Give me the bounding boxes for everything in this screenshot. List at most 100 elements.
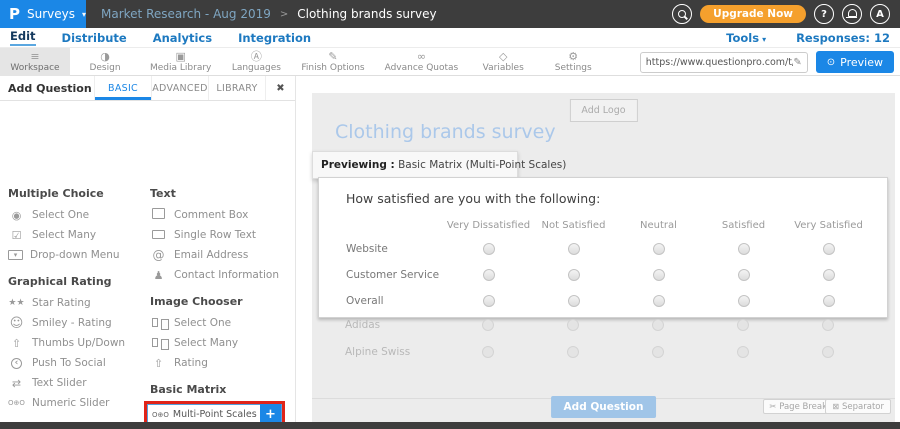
radio-button[interactable] [653,295,665,307]
tab-library[interactable]: LIBRARY [208,76,265,100]
breadcrumb-parent[interactable]: Market Research - Aug 2019 [101,7,271,21]
radio-button[interactable] [568,269,580,281]
share-url-box: ✎ [640,52,808,73]
panel-title: Add Question [0,76,94,100]
radio-button[interactable] [823,269,835,281]
radio-button [567,346,579,358]
edit-url-icon[interactable]: ✎ [793,57,801,68]
column-header: Neutral [616,220,701,231]
tag-icon: ◇ [499,51,507,62]
radio-button[interactable] [653,269,665,281]
upgrade-now-button[interactable]: Upgrade Now [700,5,806,23]
question-type-single-row-text[interactable]: Single Row Text [150,225,293,245]
radio-button [652,319,664,331]
search-button[interactable] [672,4,692,24]
radio-button[interactable] [823,243,835,255]
row-label: Adidas [345,319,445,331]
tab-edit[interactable]: Edit [10,29,36,46]
image-pair-icon [150,317,167,330]
share-icon: ‹ [11,358,22,369]
question-type-dropdown-menu[interactable]: ▾ Drop-down Menu [8,245,144,265]
question-type-image-select-one[interactable]: Select One [150,313,293,333]
numeric-slider-icon: O⊕O [8,399,25,407]
toolbar-advance-quotas[interactable]: ∞ Advance Quotas [375,48,469,76]
question-type-select-one[interactable]: ◉ Select One [8,205,144,225]
question-type-email-address[interactable]: @ Email Address [150,245,293,265]
tools-menu[interactable]: Tools▾ [726,31,766,45]
radio-button[interactable] [568,295,580,307]
bell-icon [848,9,857,17]
radio-button [822,319,834,331]
column-header: Satisfied [701,220,786,231]
share-url-input[interactable] [646,57,794,68]
close-panel-button[interactable]: ✖ [265,76,295,100]
tab-analytics[interactable]: Analytics [153,31,212,45]
radio-button[interactable] [738,295,750,307]
tab-integration[interactable]: Integration [238,31,311,45]
question-type-contact-information[interactable]: ♟ Contact Information [150,265,293,285]
radio-button[interactable] [738,269,750,281]
radio-button [822,346,834,358]
questionpro-logo: P [9,5,20,23]
question-type-image-select-many[interactable]: Select Many [150,333,293,353]
radio-button[interactable] [653,243,665,255]
workspace-icon: ≡ [30,51,39,62]
page-break-button[interactable]: ✂ Page Break [763,399,834,414]
previewing-label: Previewing : [321,159,395,171]
radio-button[interactable] [483,243,495,255]
help-button[interactable]: ? [814,4,834,24]
radio-button[interactable] [483,295,495,307]
add-logo-button[interactable]: Add Logo [569,99,637,122]
question-type-comment-box[interactable]: Comment Box [150,205,293,225]
radio-button [652,346,664,358]
toolbar-settings[interactable]: ⚙ Settings [538,48,608,76]
tab-advanced[interactable]: ADVANCED [151,76,208,100]
toolbar-design[interactable]: ◑ Design [70,48,140,76]
column-header: Not Satisfied [531,220,616,231]
radio-button [737,319,749,331]
question-type-numeric-slider[interactable]: O⊕O Numeric Slider [8,393,144,413]
radio-button [482,346,494,358]
avatar[interactable]: A [870,4,890,24]
question-type-image-rating[interactable]: ⇧ Rating [150,353,293,373]
separator-button[interactable]: ⊠ Separator [825,399,891,414]
toolbar-workspace[interactable]: ≡ Workspace [0,48,70,76]
responses-count[interactable]: Responses: 12 [796,31,890,45]
radio-button[interactable] [823,295,835,307]
toolbar-right: ✎ ⊙ Preview [640,51,894,73]
questionpro-app: P Surveys ▾ Market Research - Aug 2019 >… [0,0,900,429]
radio-button[interactable] [568,243,580,255]
survey-page: Add Logo Clothing brands survey Previewi… [312,93,895,422]
column-header: Very Satisfied [786,220,871,231]
chevron-down-icon: ▾ [762,35,766,44]
radio-button[interactable] [738,243,750,255]
add-question-button[interactable]: Add Question [551,396,657,418]
question-type-push-to-social[interactable]: ‹ Push To Social [8,353,144,373]
toolbar-media-library[interactable]: ▣ Media Library [140,48,221,76]
surveys-menu[interactable]: P Surveys ▾ [0,0,86,28]
radio-list-icon: ◉ [8,209,25,222]
separator-icon: ⊠ [832,402,839,411]
tab-distribute[interactable]: Distribute [62,31,127,45]
question-type-select-many[interactable]: ☑ Select Many [8,225,144,245]
tab-basic[interactable]: BASIC [94,76,151,100]
top-bar: P Surveys ▾ Market Research - Aug 2019 >… [0,0,900,28]
question-type-smiley-rating[interactable]: ☺ Smiley - Rating [8,313,144,333]
toolbar-finish-options[interactable]: ✎ Finish Options [291,48,374,76]
radio-button[interactable] [483,269,495,281]
top-actions: Upgrade Now ? A [672,4,900,24]
question-type-thumbs-up-down[interactable]: ⇧ Thumbs Up/Down [8,333,144,353]
row-label: Alpine Swiss [345,346,445,358]
row-label: Website [346,243,446,255]
gear-icon: ⚙ [568,51,578,62]
question-type-star-rating[interactable]: ★★ Star Rating [8,293,144,313]
preview-button[interactable]: ⊙ Preview [816,51,894,73]
toolbar-languages[interactable]: Ⓐ Languages [221,48,291,76]
toolbar-variables[interactable]: ◇ Variables [468,48,538,76]
question-type-column-2: Text Comment Box Single Row Text @ Email… [150,177,293,429]
nav-right: Tools▾ Responses: 12 [726,31,890,45]
multi-point-scales-icon: O⊕O [148,411,173,419]
question-type-text-slider[interactable]: ⇄ Text Slider [8,373,144,393]
radio-button [737,346,749,358]
notifications-button[interactable] [842,4,862,24]
